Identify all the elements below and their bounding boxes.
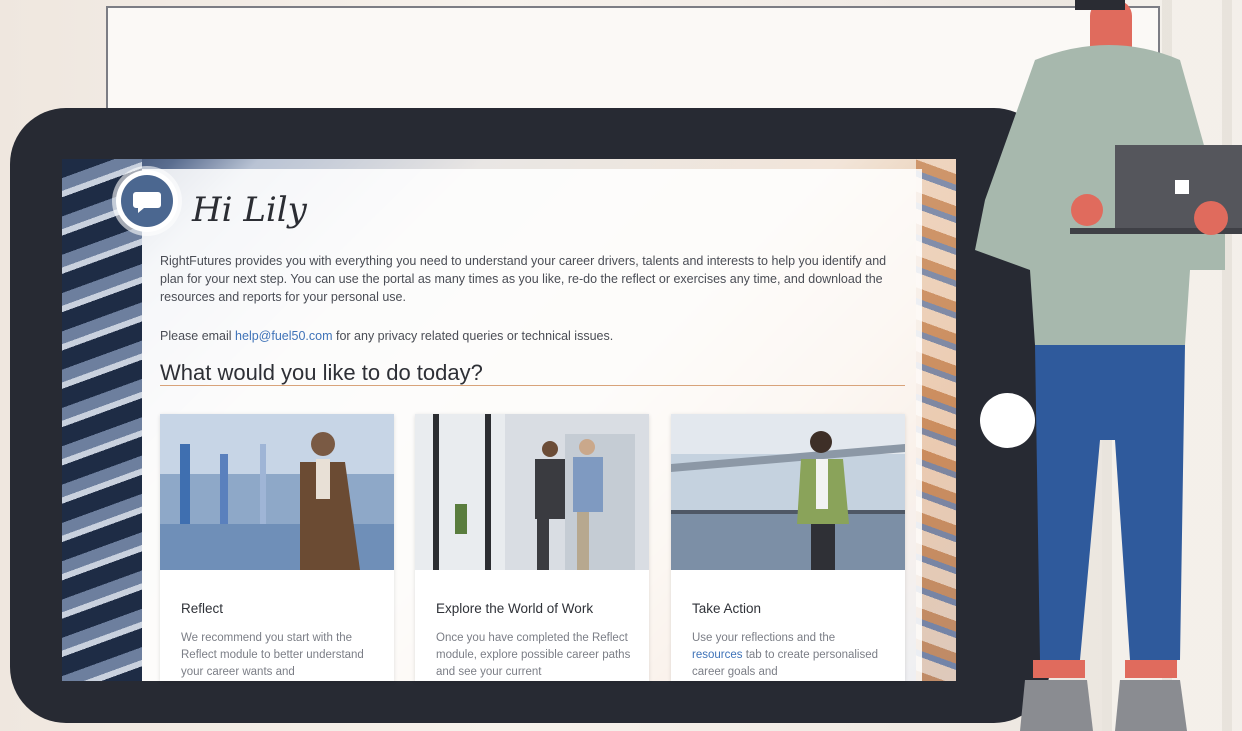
card-explore[interactable]: Explore the World of Work Once you have … (415, 414, 649, 681)
explore-photo (415, 414, 649, 570)
greeting-title: Hi Lily (192, 190, 307, 230)
card-title: Explore the World of Work (436, 601, 594, 616)
chat-badge[interactable] (116, 170, 178, 232)
support-email-link[interactable]: help@fuel50.com (235, 329, 332, 343)
person-illustration (975, 0, 1242, 731)
chat-bubble-icon (133, 192, 161, 213)
card-description: We recommend you start with the Reflect … (181, 632, 364, 678)
card-description: Use your reflections and the resources t… (692, 632, 879, 678)
building-image-left (62, 159, 142, 681)
card-description: Once you have completed the Reflect modu… (436, 632, 631, 678)
card-title: Take Action (692, 601, 762, 616)
reflect-photo (160, 414, 394, 570)
card-take-action[interactable]: Take Action Use your reflections and the… (671, 414, 905, 681)
contact-text: Please email help@fuel50.com for any pri… (160, 329, 614, 343)
card-title: Reflect (181, 601, 224, 616)
heading-divider (160, 385, 905, 386)
resources-link[interactable]: resources (692, 649, 743, 661)
take-action-photo (671, 414, 905, 570)
card-reflect[interactable]: Reflect We recommend you start with the … (160, 414, 394, 681)
section-heading: What would you like to do today? (160, 360, 483, 385)
intro-text: RightFutures provides you with everythin… (160, 254, 887, 304)
building-image-right (916, 159, 956, 681)
